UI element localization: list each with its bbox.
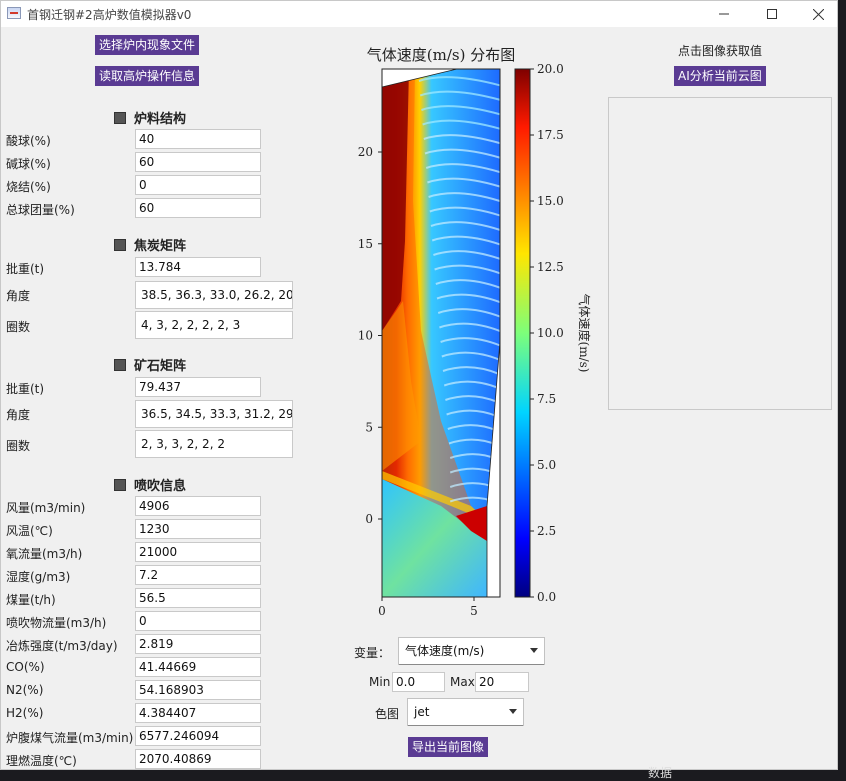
variable-label: 变量： (354, 646, 391, 660)
colorbar-tick-label: 5.0 (537, 458, 556, 472)
colorbar-tick-label: 10.0 (537, 326, 564, 340)
colorbar-tick-label: 7.5 (537, 392, 556, 406)
contour-plot[interactable]: 气体速度(m/s) 分布图 20151050 05 20.017.515.012… (1, 1, 601, 621)
y-tick-label: 0 (365, 512, 373, 526)
x-tick-label: 0 (378, 604, 386, 618)
colorbar-label: 气体速度(m/s) (577, 294, 592, 373)
y-tick-label: 15 (358, 237, 373, 251)
min-label: Min (369, 675, 391, 689)
max-label: Max (450, 675, 475, 689)
colorbar-tick-label: 15.0 (537, 194, 564, 208)
background-window-text: 数据 (648, 766, 673, 780)
maximize-icon (767, 9, 777, 19)
colormap-select[interactable]: jet (407, 698, 524, 726)
analysis-preview-panel (608, 97, 832, 410)
field-label: CO(%) (6, 660, 45, 674)
field-label: 冶炼强度(t/m3/day) (6, 639, 118, 653)
app-window: 首钢迁钢#2高炉数值模拟器v0 选择炉内现象文件 读取高炉操作信息 炉料结构 酸… (0, 0, 838, 770)
minimize-button[interactable] (701, 1, 747, 27)
field-label: 理燃温度(℃) (6, 754, 77, 768)
y-tick-label: 10 (358, 329, 373, 343)
close-icon (812, 8, 824, 20)
field-label: N2(%) (6, 683, 44, 697)
y-axis: 20 15 10 5 0 (358, 145, 382, 526)
x-axis: 05 (378, 597, 478, 618)
y-tick-label: 5 (365, 420, 373, 434)
field-input[interactable]: 2070.40869 (135, 749, 261, 769)
minimize-icon (719, 13, 729, 15)
colorbar-tick-label: 2.5 (537, 524, 556, 538)
colorbar-tick-label: 12.5 (537, 260, 564, 274)
colorbar-tick-label: 20.0 (537, 62, 564, 76)
x-tick-label: 5 (470, 604, 478, 618)
colorbar-tick-label: 0.0 (537, 590, 556, 604)
chevron-down-icon (530, 648, 538, 653)
min-input[interactable]: 0.0 (392, 672, 445, 692)
maximize-button[interactable] (749, 1, 795, 27)
field-label: 炉腹煤气流量(m3/min) (6, 731, 134, 745)
colorbar-ticks: 20.0 17.5 15.0 12.5 10.0 7.5 5.0 2.5 0.0 (530, 62, 564, 604)
close-button[interactable] (795, 1, 837, 27)
y-tick-label: 20 (358, 145, 373, 159)
colormap-select-value: jet (414, 705, 430, 719)
field-input[interactable]: 4.384407 (135, 703, 261, 723)
export-image-button[interactable]: 导出当前图像 (408, 737, 489, 757)
plot-title: 气体速度(m/s) 分布图 (367, 46, 515, 64)
colorbar (514, 68, 531, 598)
variable-select[interactable]: 气体速度(m/s) (398, 637, 545, 665)
field-input[interactable]: 41.44669 (135, 657, 261, 677)
ai-analyze-button[interactable]: AI分析当前云图 (674, 66, 766, 86)
field-input[interactable]: 6577.246094 (135, 726, 261, 746)
variable-select-value: 气体速度(m/s) (405, 644, 485, 658)
click-hint-label: 点击图像获取值 (678, 44, 763, 58)
field-input[interactable]: 2.819 (135, 634, 261, 654)
max-input[interactable]: 20 (475, 672, 529, 692)
chevron-down-icon (509, 709, 517, 714)
colorbar-tick-label: 17.5 (537, 128, 564, 142)
field-label: H2(%) (6, 706, 44, 720)
colormap-label: 色图 (375, 707, 400, 721)
field-input[interactable]: 54.168903 (135, 680, 261, 700)
